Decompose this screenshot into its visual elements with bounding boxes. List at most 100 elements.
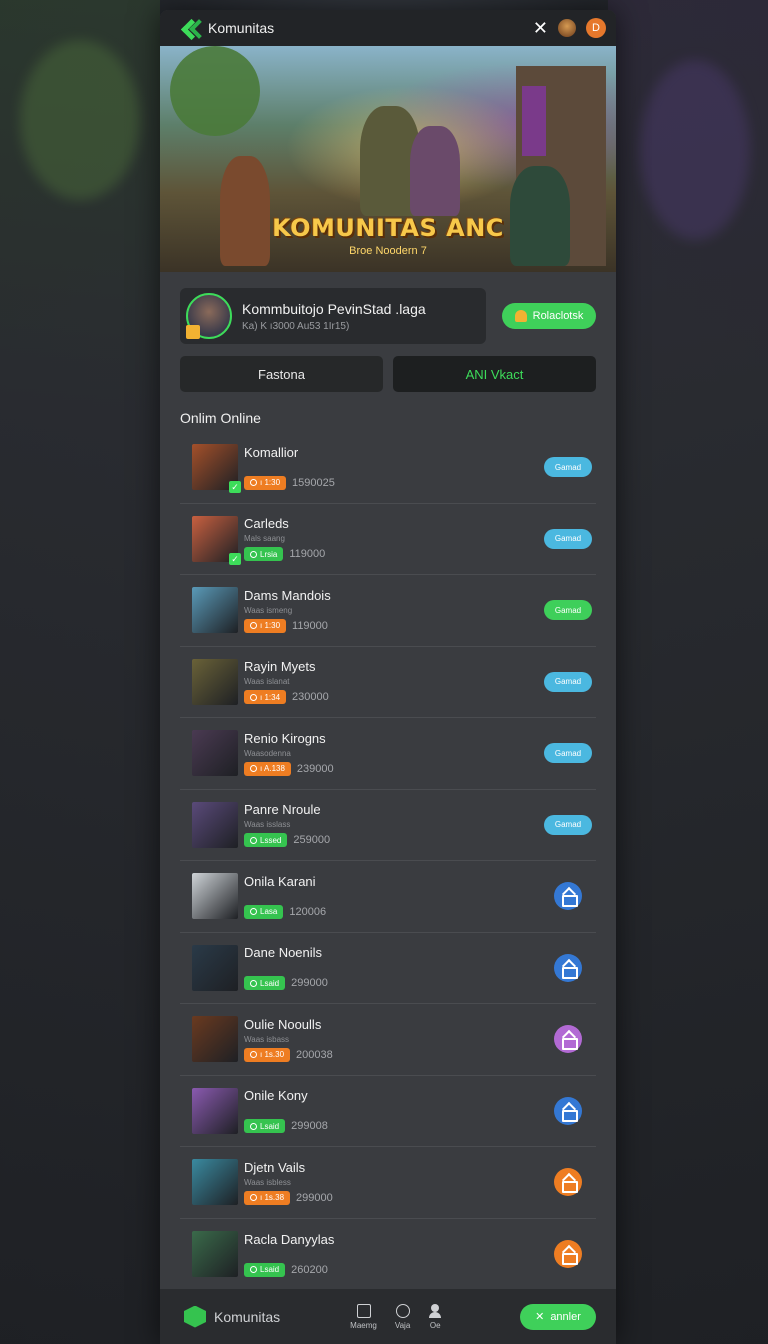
member-status: Waas ismeng [244, 605, 293, 615]
profile-card[interactable]: Kommbuitojo PevinStad .laga Ka) K ı3000 … [180, 288, 486, 344]
member-row[interactable]: Racla Danyylas Lsaid 260200 [180, 1219, 596, 1291]
member-row[interactable]: Panre Nroule Waas isslass Lssed 259000 G… [180, 790, 596, 861]
game-button[interactable]: Gamad [544, 457, 592, 478]
member-info: Oulie Nooulls Waas isbass ı 1s.30 200038 [244, 1017, 333, 1062]
close-button[interactable]: ✕ [533, 18, 548, 39]
cta-button[interactable]: ✕ annler [520, 1303, 596, 1330]
member-status [244, 1106, 328, 1116]
member-info: Djetn Vails Waas isbless ı 1s.38 299000 [244, 1160, 333, 1205]
member-count: 299000 [296, 1191, 333, 1204]
home-button[interactable] [554, 1240, 582, 1269]
member-chip: Lrsia [244, 547, 284, 562]
member-chip: ı 1:30 [244, 475, 287, 490]
house-icon [562, 890, 578, 908]
clock-icon [250, 622, 257, 630]
member-status: Waas isbass [244, 1034, 290, 1044]
background-left [0, 0, 160, 1344]
member-count: 119000 [292, 619, 328, 632]
member-meta: ı 1:30 1590025 [244, 475, 335, 490]
nav-item-label: Vaja [394, 1320, 411, 1330]
home-button[interactable] [554, 1096, 582, 1125]
member-name: Dane Noenils [244, 945, 323, 961]
check-icon: ✓ [229, 481, 241, 494]
home-button[interactable] [554, 1025, 582, 1054]
member-chip: ı 1s.38 [244, 1190, 291, 1205]
member-count: 299000 [291, 977, 328, 990]
member-status: Mals saang [244, 534, 285, 544]
home-button[interactable] [554, 1168, 582, 1197]
house-icon [562, 1033, 578, 1051]
member-row[interactable]: ✓ Carleds Mals saang Lrsia 119000 Gamad [180, 504, 596, 575]
member-row[interactable]: Renio Kirogns Waasodenna ı A.138 239000 … [180, 718, 596, 790]
nav-item-oe[interactable]: Oe [428, 1303, 442, 1330]
chip-label: ı 1s.30 [260, 1050, 285, 1060]
nav-item-maemg[interactable]: Maemg [350, 1303, 377, 1330]
clock-icon [250, 693, 257, 701]
member-thumbnail: ✓ [192, 515, 241, 565]
bottom-navigation: Komunitas Maemg Vaja Oe ✕ annler [160, 1288, 616, 1344]
profile-row: Kommbuitojo PevinStad .laga Ka) K ı3000 … [160, 272, 616, 344]
hero-banner: KOMUNITAS ANC Broe Noodern 7 [160, 46, 616, 272]
member-meta: ı A.138 239000 [244, 761, 334, 776]
member-row[interactable]: ✓ Komallior ı 1:30 1590025 Gamad [180, 432, 596, 504]
cross-icon: ✕ [535, 1311, 545, 1323]
member-chip: ı 1:30 [244, 618, 287, 633]
tab-fastona[interactable]: Fastona [180, 356, 383, 392]
game-button[interactable]: Gamad [544, 600, 592, 621]
member-row[interactable]: Rayin Myets Waas islanat ı 1:34 230000 G… [180, 647, 596, 718]
clock-icon [250, 908, 257, 916]
rank-badge-icon [186, 325, 200, 339]
game-button[interactable]: Gamad [544, 814, 592, 835]
member-chip: ı 1s.30 [244, 1047, 291, 1062]
home-button[interactable] [554, 882, 582, 911]
hero-flag-art [522, 86, 546, 156]
user-avatar[interactable] [558, 19, 576, 37]
member-count: 239000 [296, 762, 334, 775]
member-name: Onile Kony [244, 1088, 308, 1104]
profile-action-label: Rolaclotsk [532, 310, 584, 322]
member-row[interactable]: Oulie Nooulls Waas isbass ı 1s.30 200038 [180, 1004, 596, 1076]
nav-item-label: Maemg [350, 1320, 377, 1330]
profile-name: Kommbuitojo PevinStad .laga [242, 300, 426, 317]
member-name: Renio Kirogns [244, 730, 326, 746]
member-meta: ı 1:34 230000 [244, 690, 329, 705]
member-chip: Lssed [244, 833, 288, 848]
game-button[interactable]: Gamad [544, 528, 592, 549]
member-status [244, 892, 326, 902]
nav-title: Komunitas [214, 1308, 281, 1325]
game-button[interactable]: Gamad [544, 743, 592, 764]
house-icon [562, 1176, 578, 1194]
title-bar-actions: ✕ D [533, 18, 606, 39]
member-info: Rayin Myets Waas islanat ı 1:34 230000 [244, 659, 329, 705]
house-icon [562, 1248, 578, 1266]
nav-item-vaja[interactable]: Vaja [394, 1303, 411, 1330]
member-name: Djetn Vails [244, 1159, 306, 1175]
profile-action-button[interactable]: Rolaclotsk [502, 303, 596, 329]
member-count: 230000 [292, 691, 329, 704]
member-row[interactable]: Dams Mandois Waas ismeng ı 1:30 119000 G… [180, 575, 596, 647]
member-name: Racla Danyylas [244, 1231, 335, 1247]
game-button[interactable]: Gamad [544, 671, 592, 692]
notification-badge[interactable]: D [586, 18, 606, 38]
clock-icon [250, 1051, 257, 1059]
member-row[interactable]: Onila Karani Lasa 120006 [180, 861, 596, 933]
member-status: Waas islanat [244, 677, 290, 687]
chip-label: ı A.138 [260, 764, 285, 774]
member-name: Carleds [244, 516, 289, 532]
clock-icon [250, 1266, 257, 1274]
member-count: 299008 [291, 1120, 328, 1133]
member-row[interactable]: Dane Noenils Lsaid 299000 [180, 933, 596, 1004]
tab-all-vkact[interactable]: ANI Vkact [393, 356, 596, 392]
member-status: Waas isslass [244, 820, 291, 830]
member-meta: Lrsia 119000 [244, 547, 325, 562]
member-meta: ı 1:30 119000 [244, 618, 331, 633]
member-info: Dams Mandois Waas ismeng ı 1:30 119000 [244, 588, 331, 633]
member-meta: Lsaid 299000 [244, 976, 328, 991]
home-button[interactable] [554, 953, 582, 982]
person-icon [428, 1303, 442, 1318]
member-row[interactable]: Onile Kony Lsaid 299008 [180, 1076, 596, 1147]
member-chip: Lsaid [244, 1119, 286, 1134]
member-row[interactable]: Djetn Vails Waas isbless ı 1s.38 299000 [180, 1147, 596, 1219]
member-info: Dane Noenils Lsaid 299000 [244, 945, 328, 991]
member-chip: Lsaid [244, 976, 286, 991]
